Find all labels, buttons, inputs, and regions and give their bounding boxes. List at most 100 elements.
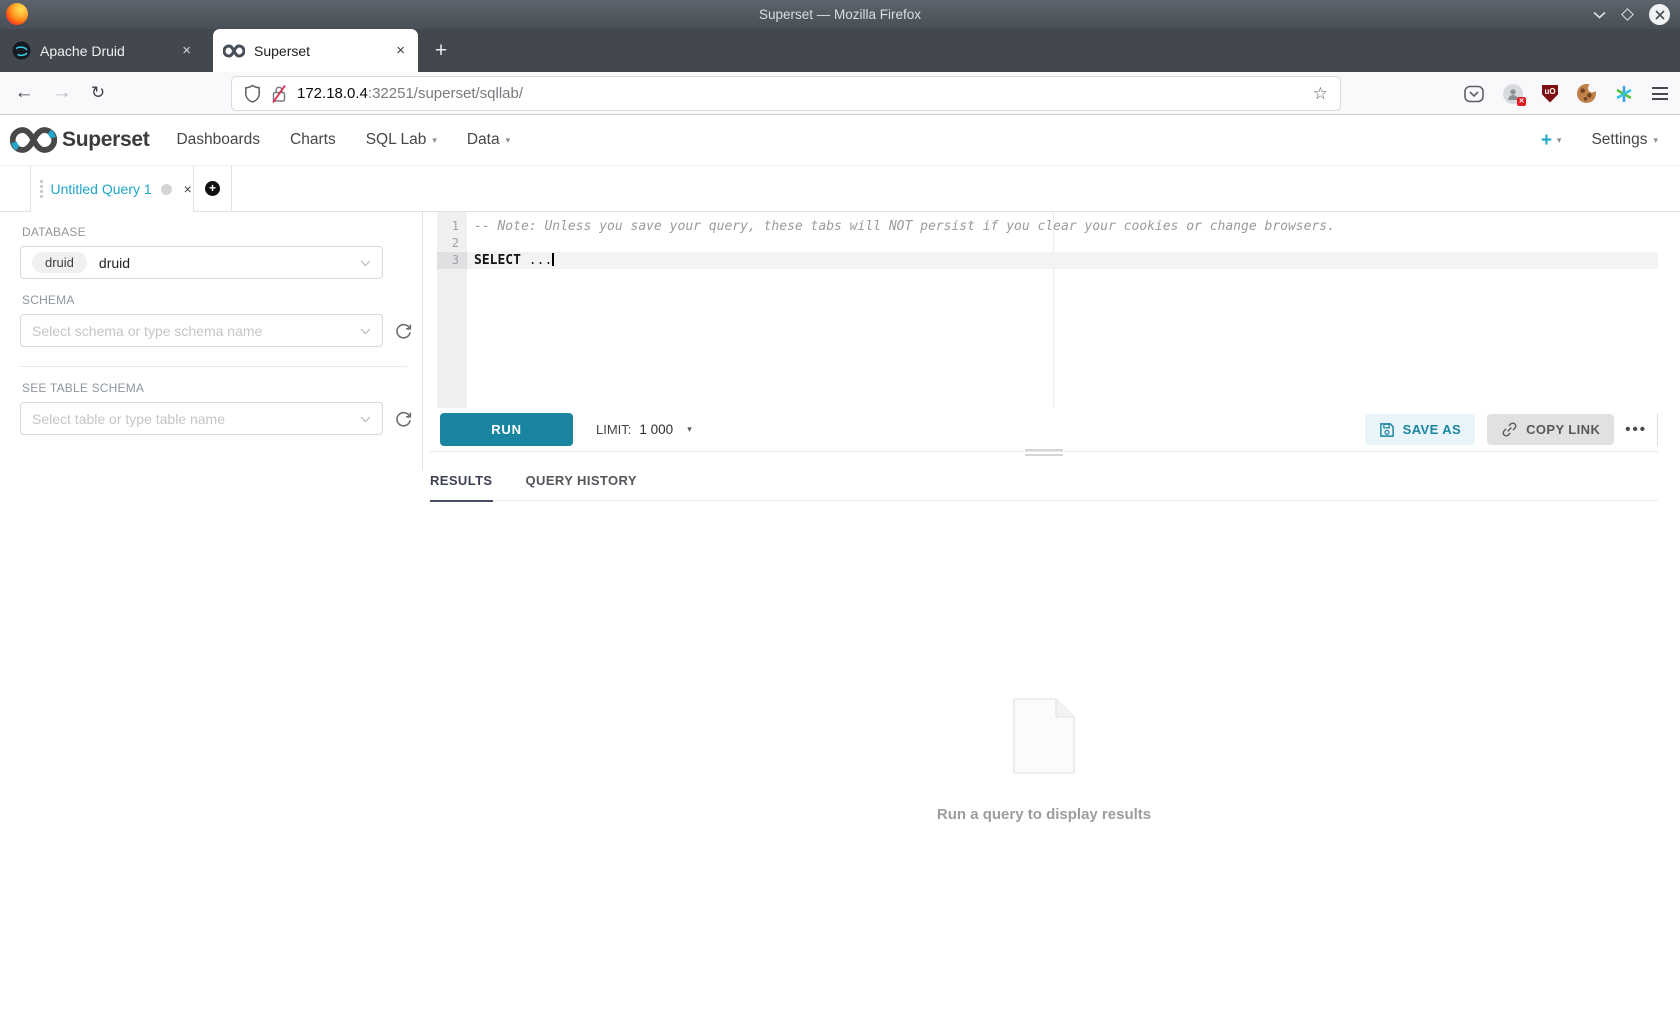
tab-results[interactable]: RESULTS [430,460,493,501]
window-close-button[interactable] [1649,4,1670,25]
tab-query-history[interactable]: QUERY HISTORY [526,460,637,501]
window-minimize-button[interactable] [1593,11,1606,19]
window-maximize-button[interactable] [1621,8,1634,21]
schema-placeholder: Select schema or type schema name [32,323,262,339]
results-pane: RESULTS QUERY HISTORY Run a query to dis… [430,460,1658,823]
browser-tab-title: Superset [254,43,393,59]
limit-dropdown[interactable]: LIMIT: 1 000 ▾ [596,422,692,437]
chevron-down-icon: ▾ [1557,135,1562,146]
pane-resize-handle[interactable] [1025,449,1063,456]
cookie-extension-icon[interactable] [1577,84,1596,103]
table-placeholder: Select table or type table name [32,411,225,427]
new-query-tab-button[interactable]: + [194,166,232,211]
limit-value: 1 000 [639,422,673,437]
query-tab-close-icon[interactable]: × [184,181,192,197]
new-item-button[interactable]: + ▾ [1541,131,1562,150]
shield-icon[interactable] [244,84,261,103]
plus-icon: + [1541,131,1552,150]
run-button[interactable]: RUN [440,413,573,446]
tab-close-icon[interactable]: × [179,42,194,59]
chevron-down-icon [360,416,371,423]
url-host: 172.18.0.4 [297,85,368,102]
table-select[interactable]: Select table or type table name [20,402,383,435]
lock-insecure-icon[interactable] [271,84,287,104]
drag-handle-icon[interactable] [40,180,43,198]
firefox-logo-icon [6,3,28,25]
sql-editor[interactable]: 1 -- Note: Unless you save your query, t… [437,212,1658,408]
database-label: DATABASE [22,225,422,239]
bookmark-star-icon[interactable]: ☆ [1313,84,1328,104]
nav-data[interactable]: Data▾ [467,131,510,149]
superset-navbar: Superset Dashboards Charts SQL Lab▾ Data… [0,115,1680,166]
nav-dashboards[interactable]: Dashboards [176,131,260,149]
save-as-button[interactable]: SAVE AS [1365,414,1475,445]
browser-tab-apache-druid[interactable]: Apache Druid × [4,29,202,72]
save-icon [1379,422,1395,438]
pocket-icon[interactable] [1464,85,1484,103]
reload-button[interactable]: ↻ [86,83,110,103]
url-bar[interactable]: 172.18.0.4:32251/superset/sqllab/ ☆ [232,77,1340,110]
schema-select[interactable]: Select schema or type schema name [20,314,383,347]
toolbar-divider [1657,413,1658,446]
browser-tabbar: Apache Druid × Superset × + [0,29,1680,72]
new-tab-button[interactable]: + [426,29,456,72]
link-icon [1501,421,1518,438]
sidebar-divider [20,366,407,367]
sqllab-sidebar: DATABASE druid druid SCHEMA Select schem… [0,212,423,470]
sql-code: ... [521,253,552,268]
url-path: :32251/superset/sqllab/ [368,85,523,102]
editor-line: 1 -- Note: Unless you save your query, t… [437,218,1658,235]
chevron-down-icon [360,328,371,335]
browser-tab-title: Apache Druid [40,43,179,59]
nav-settings[interactable]: Settings▾ [1591,131,1658,149]
results-empty-state: Run a query to display results [430,698,1658,823]
ublock-origin-icon[interactable]: uO [1542,85,1558,103]
sql-comment: -- Note: Unless you save your query, the… [467,218,1658,235]
account-extension-icon[interactable]: ✕ [1503,84,1523,104]
forward-button[interactable]: → [50,82,74,104]
asterisk-extension-icon[interactable] [1615,85,1633,103]
empty-message: Run a query to display results [430,806,1658,823]
query-state-dot [161,184,172,195]
superset-logo[interactable] [10,125,57,155]
superset-favicon [223,44,245,58]
chevron-down-icon: ▾ [506,135,511,146]
query-tab-bar: Untitled Query 1 × + [0,166,1680,212]
database-tag: druid [32,252,87,273]
document-icon [1013,698,1075,774]
results-tabbar: RESULTS QUERY HISTORY [430,460,1658,501]
database-select[interactable]: druid druid [20,246,383,279]
menu-hamburger-icon[interactable] [1652,87,1668,100]
druid-favicon [12,41,31,60]
text-cursor [552,253,554,266]
query-tab-label: Untitled Query 1 [51,181,152,197]
more-actions-button[interactable]: ••• [1625,421,1647,438]
editor-line: 2 [437,235,1658,252]
browser-toolbar: ← → ↻ 172.18.0.4:32251/superset/sqllab/ … [0,72,1680,115]
database-value: druid [99,255,130,271]
window-title: Superset — Mozilla Firefox [0,7,1680,22]
refresh-schemas-icon[interactable] [394,321,413,340]
superset-brand[interactable]: Superset [62,128,149,152]
nav-sql-lab[interactable]: SQL Lab▾ [366,131,437,149]
browser-tab-superset[interactable]: Superset × [213,29,418,72]
window-titlebar: Superset — Mozilla Firefox [0,0,1680,29]
tab-close-icon[interactable]: × [393,42,408,59]
limit-label: LIMIT: [596,422,631,437]
table-schema-label: SEE TABLE SCHEMA [22,381,422,395]
editor-line-active: 3 SELECT ... [437,252,1658,269]
chevron-down-icon: ▾ [687,424,692,435]
sql-keyword: SELECT [474,253,521,268]
nav-charts[interactable]: Charts [290,131,336,149]
refresh-tables-icon[interactable] [394,409,413,428]
chevron-down-icon [360,260,371,267]
sqllab-content: DATABASE druid druid SCHEMA Select schem… [0,212,1680,1012]
back-button[interactable]: ← [12,82,36,104]
url-text[interactable]: 172.18.0.4:32251/superset/sqllab/ [297,85,523,102]
copy-link-button[interactable]: COPY LINK [1487,414,1614,445]
chevron-down-icon: ▾ [432,135,437,146]
query-tab-untitled-1[interactable]: Untitled Query 1 × [30,166,194,212]
sql-toolbar: RUN LIMIT: 1 000 ▾ SAVE AS C [430,408,1658,452]
plus-circle-icon: + [205,181,220,196]
schema-label: SCHEMA [22,293,422,307]
